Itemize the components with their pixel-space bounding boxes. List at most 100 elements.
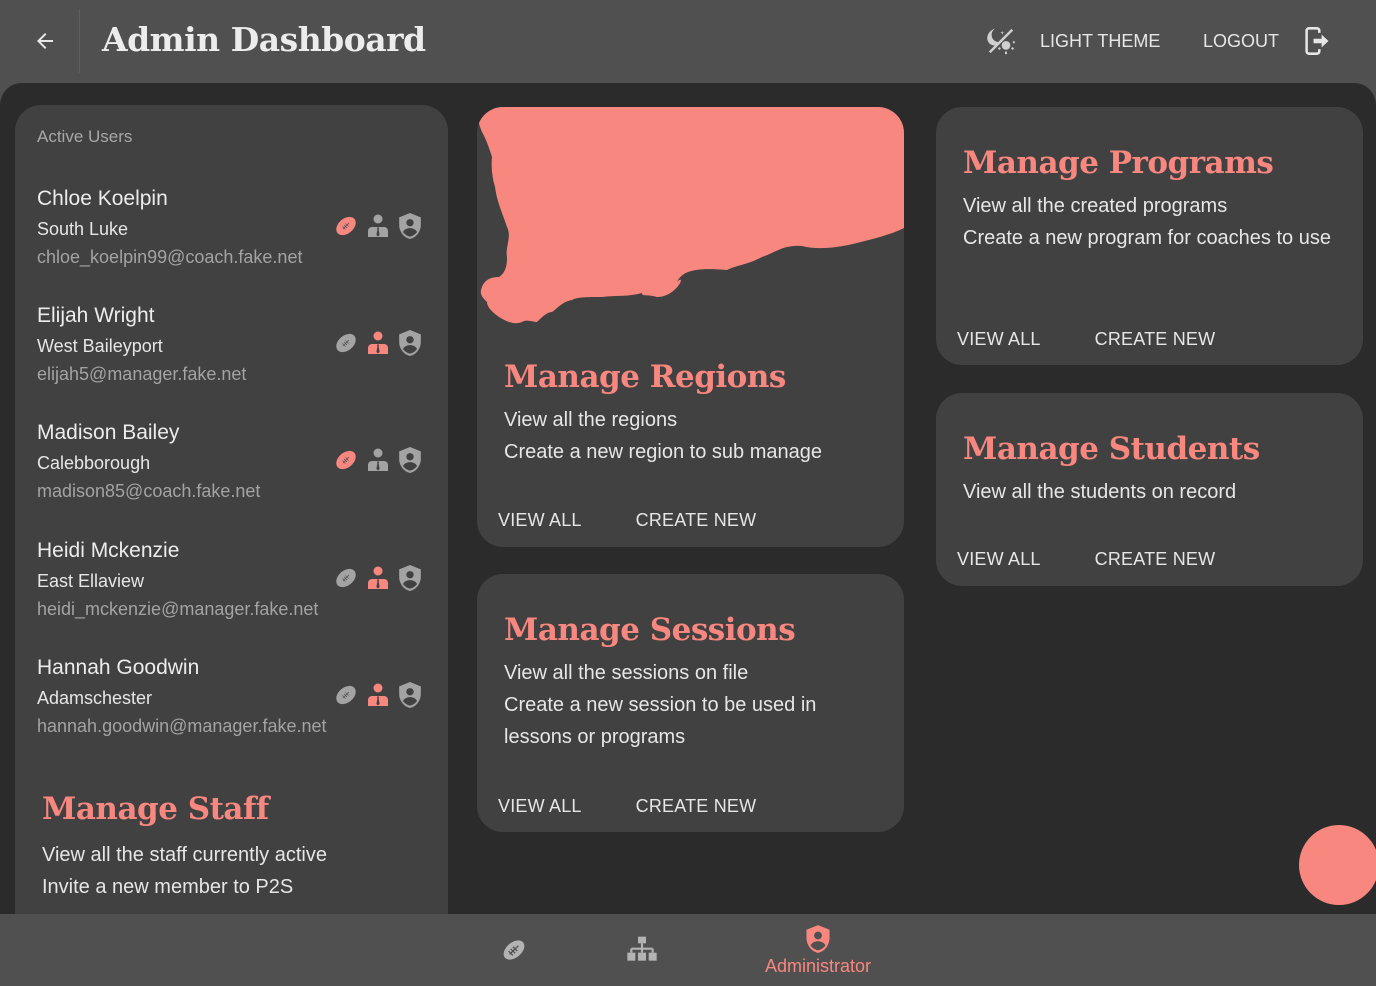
staff-line: Invite a new member to P2S: [42, 876, 294, 898]
coach-role-toggle[interactable]: [333, 328, 359, 358]
user-location: West Baileyport: [37, 336, 163, 356]
admin-shield-icon: [399, 565, 421, 591]
manage-students-title[interactable]: Manage Students: [963, 431, 1260, 467]
admin-shield-icon: [399, 447, 421, 473]
nav-item-coach[interactable]: [490, 914, 538, 986]
staff-line: View all the staff currently active: [42, 844, 327, 866]
user-email: chloe_koelpin99@coach.fake.net: [37, 247, 303, 267]
user-email: elijah5@manager.fake.net: [37, 364, 247, 384]
manage-sessions-title[interactable]: Manage Sessions: [504, 612, 796, 648]
sessions-actions: VIEW ALL CREATE NEW: [498, 796, 756, 817]
floating-action-button[interactable]: [1299, 825, 1376, 905]
dashboard-content: Active Users Chloe Koelpin South Luke ch…: [0, 83, 1376, 914]
regions-create-new-button[interactable]: CREATE NEW: [636, 510, 757, 531]
manager-icon: [368, 331, 388, 354]
manage-programs-title[interactable]: Manage Programs: [963, 145, 1274, 181]
admin-shield-icon: [399, 213, 421, 239]
user-roles: [333, 680, 423, 710]
football-icon: [336, 333, 356, 353]
programs-actions: VIEW ALL CREATE NEW: [957, 329, 1215, 350]
manager-role-toggle[interactable]: [365, 445, 391, 475]
user-email: heidi_mckenzie@manager.fake.net: [37, 599, 319, 619]
back-button[interactable]: [28, 24, 62, 58]
regions-line: View all the regions: [504, 409, 678, 431]
user-location: East Ellaview: [37, 571, 145, 591]
sessions-line: Create a new session to be used in lesso…: [504, 694, 817, 748]
manage-sessions-description: View all the sessions on file Create a n…: [504, 657, 884, 753]
logout-icon: [1305, 27, 1329, 55]
admin-role-toggle[interactable]: [397, 445, 423, 475]
user-list-item[interactable]: Chloe Koelpin South Luke chloe_koelpin99…: [37, 187, 437, 287]
active-users-heading: Active Users: [37, 127, 133, 146]
light-theme-label: LIGHT THEME: [1040, 30, 1161, 51]
admin-role-toggle[interactable]: [397, 211, 423, 241]
regions-view-all-button[interactable]: VIEW ALL: [498, 510, 582, 531]
manage-regions-description: View all the regions Create a new region…: [504, 404, 822, 468]
manage-students-card: Manage Students View all the students on…: [936, 393, 1363, 586]
manager-role-toggle[interactable]: [365, 328, 391, 358]
user-name: Madison Bailey: [37, 421, 180, 444]
manage-regions-card: Manage Regions View all the regions Crea…: [477, 107, 904, 547]
arrow-left-icon: [37, 33, 53, 49]
user-list-item[interactable]: Elijah Wright West Baileyport elijah5@ma…: [37, 304, 437, 404]
user-roles: [333, 328, 423, 358]
manage-sessions-card: Manage Sessions View all the sessions on…: [477, 574, 904, 832]
football-icon: [336, 568, 356, 588]
bottom-navigation: Administrator: [0, 914, 1376, 986]
active-users-card: Active Users Chloe Koelpin South Luke ch…: [15, 105, 448, 914]
students-actions: VIEW ALL CREATE NEW: [957, 549, 1215, 570]
coach-role-toggle[interactable]: [333, 211, 359, 241]
page-title: Admin Dashboard: [102, 20, 426, 59]
app-bar: Admin Dashboard LIGHT THEME LOGOUT: [0, 0, 1376, 83]
manager-role-toggle[interactable]: [365, 211, 391, 241]
manage-programs-description: View all the created programs Create a n…: [963, 190, 1333, 254]
light-theme-button[interactable]: LIGHT THEME: [986, 24, 1160, 58]
user-name: Hannah Goodwin: [37, 656, 200, 679]
admin-role-toggle[interactable]: [397, 680, 423, 710]
manage-staff-description: View all the staff currently active Invi…: [42, 839, 327, 903]
manage-staff-title[interactable]: Manage Staff: [42, 791, 269, 827]
admin-shield-icon: [399, 682, 421, 708]
user-list-item[interactable]: Heidi Mckenzie East Ellaview heidi_mcken…: [37, 539, 437, 639]
user-name: Heidi Mckenzie: [37, 539, 180, 562]
coach-role-toggle[interactable]: [333, 445, 359, 475]
programs-line: View all the created programs: [963, 195, 1228, 217]
region-map: [477, 107, 904, 324]
football-icon: [336, 685, 356, 705]
user-list-item[interactable]: Madison Bailey Calebborough madison85@co…: [37, 421, 437, 521]
students-create-new-button[interactable]: CREATE NEW: [1095, 549, 1216, 570]
manager-role-toggle[interactable]: [365, 563, 391, 593]
football-icon: [503, 940, 525, 960]
user-roles: [333, 211, 423, 241]
user-list-item[interactable]: Hannah Goodwin Adamschester hannah.goodw…: [37, 656, 437, 756]
programs-create-new-button[interactable]: CREATE NEW: [1095, 329, 1216, 350]
user-location: South Luke: [37, 219, 129, 239]
admin-role-toggle[interactable]: [397, 328, 423, 358]
programs-view-all-button[interactable]: VIEW ALL: [957, 329, 1041, 350]
manager-icon: [368, 214, 388, 237]
sessions-view-all-button[interactable]: VIEW ALL: [498, 796, 582, 817]
user-name: Chloe Koelpin: [37, 187, 168, 210]
nav-item-manager[interactable]: [620, 914, 664, 986]
manage-regions-title[interactable]: Manage Regions: [504, 359, 786, 395]
sessions-create-new-button[interactable]: CREATE NEW: [636, 796, 757, 817]
coach-role-toggle[interactable]: [333, 680, 359, 710]
manager-icon: [368, 448, 388, 471]
logout-button[interactable]: LOGOUT: [1203, 24, 1331, 58]
user-roles: [333, 563, 423, 593]
coach-role-toggle[interactable]: [333, 563, 359, 593]
nav-item-administrator[interactable]: Administrator: [755, 914, 881, 986]
hierarchy-icon: [627, 936, 657, 961]
user-location: Calebborough: [37, 453, 151, 473]
logout-label: LOGOUT: [1203, 30, 1280, 51]
user-location: Adamschester: [37, 688, 153, 708]
regions-line: Create a new region to sub manage: [504, 441, 822, 463]
admin-role-toggle[interactable]: [397, 563, 423, 593]
admin-shield-icon: [399, 330, 421, 356]
manager-icon: [368, 683, 388, 706]
theme-light-dark-icon: [987, 28, 1015, 55]
appbar-divider: [79, 9, 80, 73]
manager-role-toggle[interactable]: [365, 680, 391, 710]
students-view-all-button[interactable]: VIEW ALL: [957, 549, 1041, 570]
football-icon: [336, 450, 356, 470]
